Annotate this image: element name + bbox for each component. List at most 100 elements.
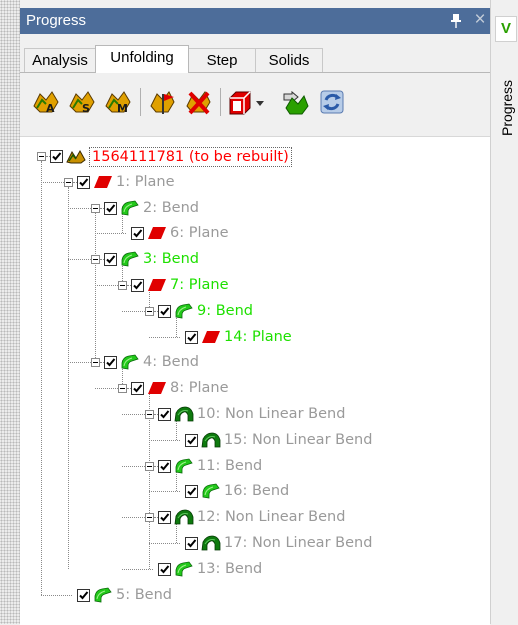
tree-connector-line [122,568,153,570]
plane-icon [201,329,221,345]
tab-unfolding[interactable]: Unfolding [95,45,189,73]
node-checkbox[interactable] [158,408,171,421]
progress-panel: Progress × Analysis Unfolding Step Solid… [20,0,490,625]
unfold-m-icon[interactable]: M [104,88,132,116]
close-icon[interactable]: × [470,8,490,32]
tree-node-label[interactable]: 1564111781 (to be rebuilt) [89,147,292,167]
tree-connector-line [41,181,64,183]
tree-connector-line [95,212,96,363]
tree-connector-line [122,517,145,519]
tree-node-label[interactable]: 15: Non Linear Bend [224,431,372,449]
svg-text:S: S [82,102,90,115]
collapse-toggle-icon[interactable] [145,410,154,419]
tab-solids[interactable]: Solids [255,48,323,72]
bend-icon [120,200,140,216]
v-tab-button[interactable]: V [495,16,517,42]
tree-node-label[interactable]: 11: Bend [197,457,262,475]
node-checkbox[interactable] [185,537,198,550]
tree-connector-line [122,310,145,312]
tree-connector-line [68,207,91,209]
node-checkbox[interactable] [50,150,63,163]
tree-node-label[interactable]: 13: Bend [197,560,262,578]
tree-connector-line [68,186,69,569]
node-checkbox[interactable] [77,588,90,602]
toolbar-separator [220,88,221,116]
tree-node-label[interactable]: 17: Non Linear Bend [224,534,372,552]
tree-node-label[interactable]: 4: Bend [143,353,199,371]
node-checkbox[interactable] [131,279,144,292]
collapse-toggle-icon[interactable] [91,203,100,213]
node-checkbox[interactable] [158,304,171,318]
left-docking-strip [0,0,20,624]
collapse-toggle-icon[interactable] [145,461,154,471]
tree-connector-line [176,419,177,440]
collapse-toggle-icon[interactable] [145,513,154,523]
svg-text:M: M [117,102,128,115]
tree-connector-line [41,161,42,595]
tree-node-label[interactable]: 7: Plane [170,276,229,294]
node-checkbox[interactable] [185,433,198,447]
tree-node-label[interactable]: 3: Bend [143,250,199,268]
bend-icon [174,303,194,319]
bend-icon [174,458,194,474]
tree-connector-line [149,336,180,338]
tree-node-label[interactable]: 14: Plane [224,328,292,346]
collapse-toggle-icon[interactable] [64,177,73,187]
panel-title: Progress [26,12,87,29]
tree-connector-line [95,285,118,286]
collapse-toggle-icon[interactable] [91,358,100,368]
svg-text:A: A [46,102,55,115]
node-checkbox[interactable] [185,330,198,344]
unfold-s-icon[interactable]: S [68,88,96,116]
plane-icon [147,277,167,293]
tree-connector-line [95,388,118,390]
node-checkbox[interactable] [77,175,90,189]
node-checkbox[interactable] [104,356,117,370]
pin-icon[interactable] [448,10,464,30]
export-icon[interactable] [278,88,310,116]
tree-connector-line [149,491,180,493]
collapse-toggle-icon[interactable] [118,384,127,394]
node-checkbox[interactable] [131,227,144,241]
panel-titlebar[interactable]: Progress × [20,8,490,34]
unfold-a-icon[interactable]: A [32,88,60,116]
collapse-toggle-icon[interactable] [118,281,127,290]
node-checkbox[interactable] [185,485,198,499]
plane-icon [93,174,113,190]
tree-node-label[interactable]: 5: Bend [116,586,172,604]
collapse-toggle-icon[interactable] [37,152,46,161]
progress-vertical-label[interactable]: Progress [499,56,518,136]
node-checkbox[interactable] [131,382,144,396]
tree-node-label[interactable]: 12: Non Linear Bend [197,508,345,526]
tree-node-label[interactable]: 10: Non Linear Bend [197,405,345,423]
tab-step[interactable]: Step [188,48,256,72]
plane-icon [147,225,167,241]
root-part-icon [66,148,86,164]
node-checkbox[interactable] [104,201,117,215]
refresh-icon[interactable] [318,88,346,116]
collapse-toggle-icon[interactable] [145,306,154,316]
tree-node-label[interactable]: 8: Plane [170,379,229,397]
delete-flag-icon[interactable] [184,88,212,116]
nonlinear-bend-icon [201,432,221,448]
unfolding-tree: 1564111781 (to be rebuilt) 1: Plane 2: Ben… [20,136,490,625]
node-checkbox[interactable] [104,253,117,267]
tree-connector-line [176,522,177,543]
nonlinear-bend-icon [201,535,221,551]
tree-node-label[interactable]: 6: Plane [170,224,229,242]
tab-baseline [20,72,490,73]
tab-analysis[interactable]: Analysis [24,48,96,72]
node-checkbox[interactable] [158,562,171,576]
node-checkbox[interactable] [158,459,171,473]
red-cube-dropdown-icon[interactable] [226,88,266,116]
tree-node-label[interactable]: 16: Bend [224,482,289,500]
tree-node-label[interactable]: 2: Bend [143,199,199,217]
tree-node-label[interactable]: 1: Plane [116,173,175,191]
flag-icon[interactable] [148,88,176,116]
toolbar-separator [140,88,141,116]
tree-connector-line [95,233,126,235]
node-checkbox[interactable] [158,511,171,525]
collapse-toggle-icon[interactable] [91,255,100,265]
tree-node-label[interactable]: 9: Bend [197,302,253,320]
tree-connector-line [149,543,180,544]
